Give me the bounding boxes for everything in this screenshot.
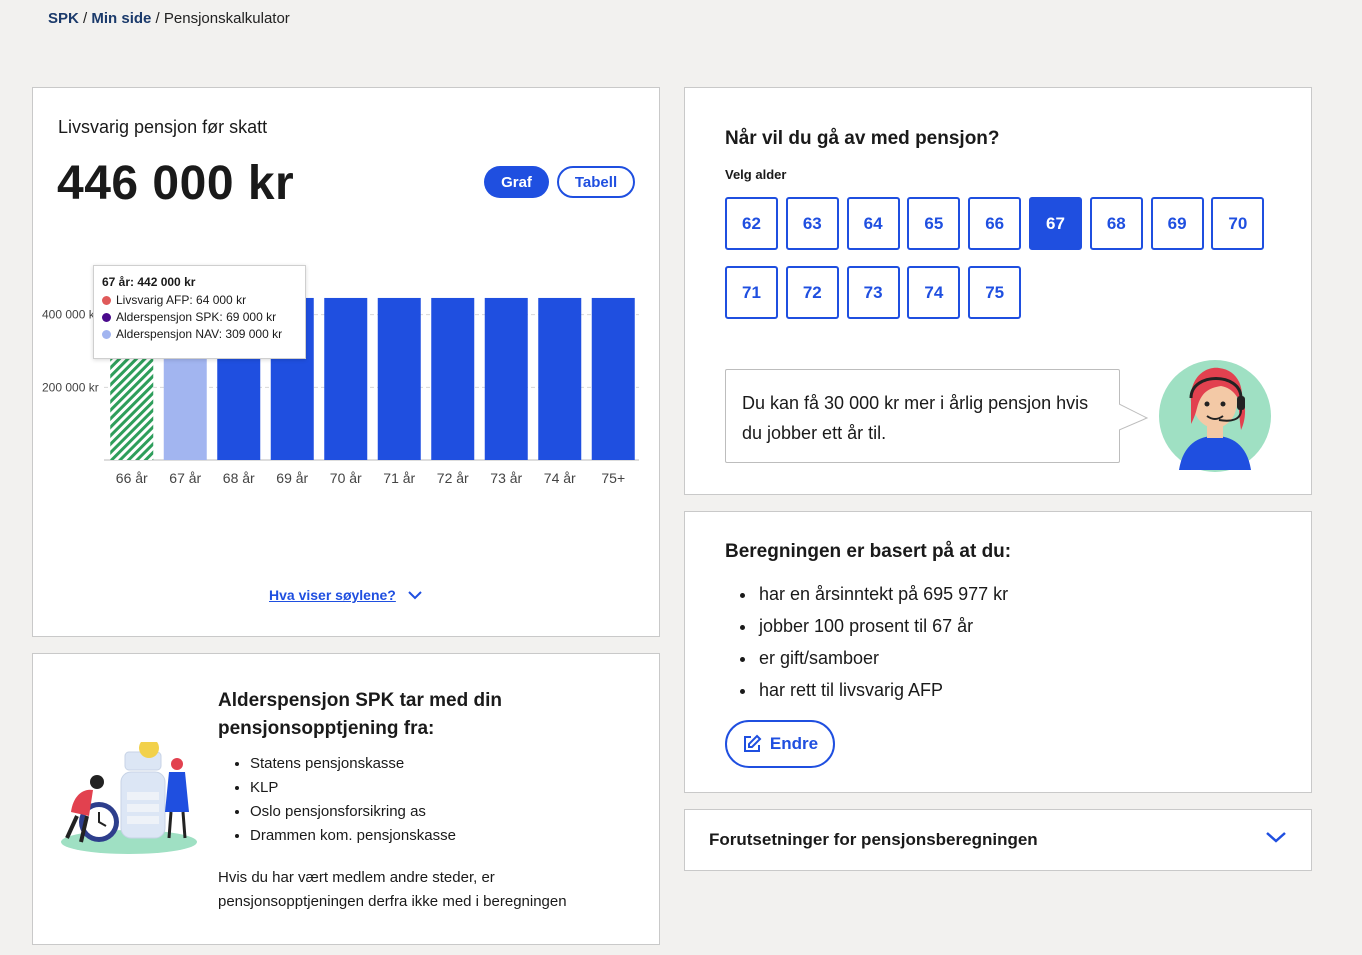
x-tick-label: 72 år (437, 470, 469, 486)
list-item: har rett til livsvarig AFP (757, 674, 1008, 706)
legend-dot-nav (102, 329, 111, 339)
breadcrumb-min-side[interactable]: Min side (91, 10, 151, 27)
list-item: har en årsinntekt på 695 977 kr (757, 578, 1008, 610)
calculation-basis-card: Beregningen er basert på at du: har en å… (684, 511, 1312, 793)
advice-bubble: Du kan få 30 000 kr mer i årlig pensjon … (725, 369, 1120, 463)
bar-5[interactable] (377, 297, 421, 460)
x-tick-label: 70 år (330, 470, 362, 486)
tooltip-label: Alderspensjon SPK: 69 000 kr (116, 310, 277, 324)
x-tick-label: 71 år (383, 470, 415, 486)
breadcrumb: SPK / Min side / Pensjonskalkulator (48, 10, 290, 27)
y-tick-label: 400 000 kr (42, 308, 99, 322)
spk-title: Alderspensjon SPK tar med din pensjonsop… (218, 690, 502, 739)
age-button-67[interactable]: 67 (1029, 197, 1082, 250)
assumptions-accordion[interactable]: Forutsetninger for pensjonsberegningen (684, 809, 1312, 871)
retirement-age-card: Når vil du gå av med pensjon? Velg alder… (684, 87, 1312, 495)
list-item: er gift/samboer (757, 642, 1008, 674)
x-tick-label: 68 år (223, 470, 255, 486)
choose-age-label: Velg alder (725, 167, 787, 182)
tooltip-row-afp: Livsvarig AFP: 64 000 kr (102, 293, 297, 307)
edit-button-label: Endre (769, 734, 819, 753)
age-button-75[interactable]: 75 (968, 266, 1022, 319)
list-item: Oslo pensjonsforsikring as (250, 800, 456, 824)
age-button-71[interactable]: 71 (725, 266, 778, 319)
table-toggle-button[interactable]: Tabell (557, 166, 635, 198)
age-button-62[interactable]: 62 (725, 197, 778, 250)
basis-title: Beregningen er basert på at du: (725, 541, 1012, 562)
x-tick-label: 73 år (490, 470, 522, 486)
bar-4[interactable] (324, 297, 368, 460)
what-bars-show-label: Hva viser søylene? (269, 587, 396, 603)
breadcrumb-current: Pensjonskalkulator (163, 10, 290, 27)
age-button-69[interactable]: 69 (1150, 197, 1204, 250)
spk-note: Hvis du har vært medlem andre steder, er… (218, 869, 567, 910)
pension-chart-card: Livsvarig pensjon før skatt 446 000 kr G… (32, 87, 660, 637)
tooltip-label: Alderspensjon NAV: 309 000 kr (116, 327, 283, 341)
list-item: jobber 100 prosent til 67 år (757, 610, 1008, 642)
x-tick-label: 74 år (544, 470, 576, 486)
tooltip-label: Livsvarig AFP: 64 000 kr (116, 293, 247, 307)
bar-9[interactable] (591, 297, 635, 460)
y-tick-label: 600 000 kr (42, 248, 99, 249)
assumptions-title: Forutsetninger for pensjonsberegningen (709, 830, 1038, 849)
graph-toggle-button[interactable]: Graf (484, 166, 549, 198)
age-button-70[interactable]: 70 (1211, 197, 1265, 250)
bubble-tail (1119, 403, 1149, 431)
bar-67-segment-0[interactable] (163, 347, 207, 460)
chart-subtitle: Livsvarig pensjon før skatt (58, 117, 268, 137)
bar-7[interactable] (484, 297, 528, 460)
legend-dot-afp (102, 295, 111, 305)
tooltip-row-spk: Alderspensjon SPK: 69 000 kr (102, 310, 297, 324)
bar-8[interactable] (538, 297, 582, 460)
legend-dot-spk (102, 312, 111, 322)
age-button-65[interactable]: 65 (907, 197, 961, 250)
edit-button[interactable]: Endre (725, 720, 835, 768)
what-bars-show-link[interactable]: Hva viser søylene? (269, 587, 422, 603)
list-item: KLP (250, 776, 456, 800)
list-item: Statens pensjonskasse (250, 752, 456, 776)
x-tick-label: 66 år (116, 470, 148, 486)
list-item: Drammen kom. pensjonskasse (250, 824, 456, 848)
age-button-72[interactable]: 72 (785, 266, 839, 319)
pencil-edit-icon (743, 734, 762, 752)
y-tick-label: 200 000 kr (42, 380, 99, 394)
spk-fund-list: Statens pensjonskasse KLP Oslo pensjonsf… (250, 752, 456, 848)
chevron-down-icon[interactable] (1265, 830, 1287, 844)
retirement-age-title: Når vil du gå av med pensjon? (725, 128, 1000, 149)
chevron-down-icon (408, 591, 422, 600)
pension-total: 446 000 kr (57, 157, 295, 210)
breadcrumb-spk[interactable]: SPK (48, 10, 79, 27)
advisor-avatar-icon (1159, 360, 1271, 472)
age-button-68[interactable]: 68 (1089, 197, 1143, 250)
chart-tooltip: 67 år: 442 000 kr Livsvarig AFP: 64 000 … (93, 265, 306, 359)
breadcrumb-separator: / (78, 10, 92, 27)
tooltip-title: 67 år: 442 000 kr (102, 275, 196, 289)
tooltip-row-nav: Alderspensjon NAV: 309 000 kr (102, 327, 297, 341)
age-button-73[interactable]: 73 (846, 266, 900, 319)
age-button-66[interactable]: 66 (968, 197, 1022, 250)
x-tick-label: 67 år (169, 470, 201, 486)
age-button-63[interactable]: 63 (785, 197, 839, 250)
spk-earnings-card: Alderspensjon SPK tar med din pensjonsop… (32, 653, 660, 945)
x-tick-label: 69 år (276, 470, 308, 486)
savings-illustration-icon (61, 742, 197, 854)
breadcrumb-separator: / (151, 10, 164, 27)
bar-6[interactable] (431, 297, 475, 460)
age-button-64[interactable]: 64 (846, 197, 900, 250)
x-tick-label: 75+ (601, 470, 625, 486)
age-button-74[interactable]: 74 (907, 266, 961, 319)
basis-list: har en årsinntekt på 695 977 kr jobber 1… (757, 578, 1008, 706)
